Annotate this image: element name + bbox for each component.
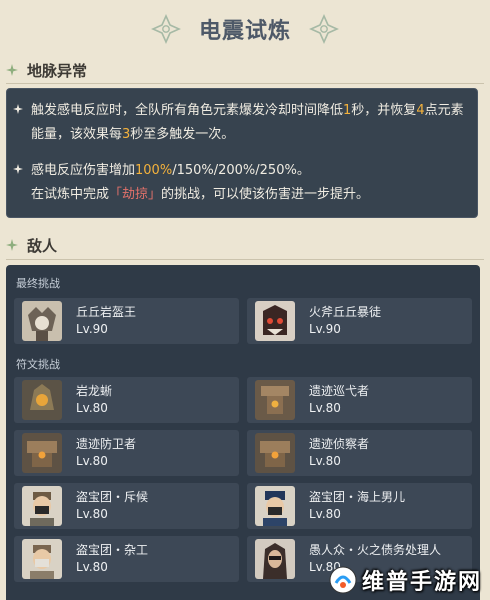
enemy-card[interactable]: 岩龙蜥 Lv.80 xyxy=(14,377,239,423)
geovishap-portrait-icon xyxy=(22,380,62,420)
enemy-name: 岩龙蜥 xyxy=(76,384,113,398)
enemy-card[interactable]: 遗迹巡弋者 Lv.80 xyxy=(247,377,472,423)
enemy-level: Lv.80 xyxy=(309,401,341,415)
ley-line-title-text: 地脉异常 xyxy=(27,61,88,80)
enemy-name: 盗宝团・杂工 xyxy=(76,543,149,557)
sparkle-icon xyxy=(6,64,18,76)
sparkle-icon xyxy=(6,239,18,251)
enemy-name: 盗宝团・斥候 xyxy=(76,490,149,504)
enemy-name: 遗迹防卫者 xyxy=(76,437,137,451)
enemies-title-text: 敌人 xyxy=(27,236,58,255)
sparkle-bullet-icon xyxy=(13,104,23,114)
section-divider xyxy=(6,259,484,260)
ley-line-disorder-panel: 触发感电反应时，全队所有角色元素爆发冷却时间降低1秒，并恢复4点元素能量，该效果… xyxy=(6,88,478,218)
enemy-level: Lv.90 xyxy=(76,322,108,336)
hilichurl-king-portrait-icon xyxy=(22,301,62,341)
ley-line-effect-2-text: 感电反应伤害增加100%/150%/200%/250%。 在试炼中完成「劫掠」的挑… xyxy=(31,163,370,202)
enemy-card[interactable]: 遗迹侦察者 Lv.80 xyxy=(247,430,472,476)
fatui-debt-collector-portrait-icon xyxy=(255,539,295,579)
ruin-scout-portrait-icon xyxy=(255,433,295,473)
page-title: 电震试炼 xyxy=(198,19,291,44)
ley-line-effect-2: 感电反应伤害增加100%/150%/200%/250%。 在试炼中完成「劫掠」的挑… xyxy=(13,159,471,207)
enemy-name: 遗迹巡弋者 xyxy=(309,384,370,398)
enemy-name: 丘丘岩盔王 xyxy=(76,305,137,319)
ruin-cruiser-portrait-icon xyxy=(255,380,295,420)
section-divider xyxy=(6,83,484,84)
enemy-level: Lv.80 xyxy=(76,560,108,574)
axe-mitachurl-portrait-icon xyxy=(255,301,295,341)
final-challenge-label: 最终挑战 xyxy=(16,277,60,290)
page-header: 电震试炼 xyxy=(0,0,490,58)
left-ornament-icon xyxy=(151,14,181,44)
rune-challenge-label: 符文挑战 xyxy=(16,358,60,371)
enemy-level: Lv.80 xyxy=(76,507,108,521)
enemy-level: Lv.80 xyxy=(76,454,108,468)
enemy-card[interactable]: 遗迹防卫者 Lv.80 xyxy=(14,430,239,476)
right-ornament-icon xyxy=(309,14,339,44)
ruin-defender-portrait-icon xyxy=(22,433,62,473)
enemy-name: 遗迹侦察者 xyxy=(309,437,370,451)
site-watermark: 维普手游网 xyxy=(328,564,482,596)
sparkle-bullet-icon xyxy=(13,164,23,174)
enemy-level: Lv.80 xyxy=(76,401,108,415)
ley-line-effect-1-text: 触发感电反应时，全队所有角色元素爆发冷却时间降低1秒，并恢复4点元素能量，该效果… xyxy=(31,103,464,142)
treasure-hoarder-handyman-portrait-icon xyxy=(22,539,62,579)
enemy-level: Lv.90 xyxy=(309,322,341,336)
watermark-logo-icon xyxy=(329,566,357,594)
enemy-card[interactable]: 盗宝团・杂工 Lv.80 xyxy=(14,536,239,582)
enemy-card[interactable]: 火斧丘丘暴徒 Lv.90 xyxy=(247,298,472,344)
enemy-card[interactable]: 盗宝团・斥候 Lv.80 xyxy=(14,483,239,529)
enemy-name: 愚人众・火之债务处理人 xyxy=(309,543,442,557)
treasure-hoarder-seaman-portrait-icon xyxy=(255,486,295,526)
enemy-level: Lv.80 xyxy=(309,507,341,521)
enemy-level: Lv.80 xyxy=(309,454,341,468)
enemy-card[interactable]: 丘丘岩盔王 Lv.90 xyxy=(14,298,239,344)
enemy-name: 火斧丘丘暴徒 xyxy=(309,305,382,319)
plunder-challenge-link[interactable]: 「劫掠」 xyxy=(109,187,161,202)
ley-line-section-title: 地脉异常 xyxy=(6,59,87,81)
enemies-section-title: 敌人 xyxy=(6,234,57,256)
treasure-hoarder-scout-portrait-icon xyxy=(22,486,62,526)
enemy-name: 盗宝团・海上男儿 xyxy=(309,490,406,504)
ley-line-effect-1: 触发感电反应时，全队所有角色元素爆发冷却时间降低1秒，并恢复4点元素能量，该效果… xyxy=(13,99,471,147)
enemy-card[interactable]: 盗宝团・海上男儿 Lv.80 xyxy=(247,483,472,529)
enemy-list-panel: 最终挑战 丘丘岩盔王 Lv.90 火斧丘丘暴徒 Lv.90 符文挑战 岩龙蜥 L… xyxy=(6,265,480,600)
watermark-text: 维普手游网 xyxy=(361,570,482,595)
